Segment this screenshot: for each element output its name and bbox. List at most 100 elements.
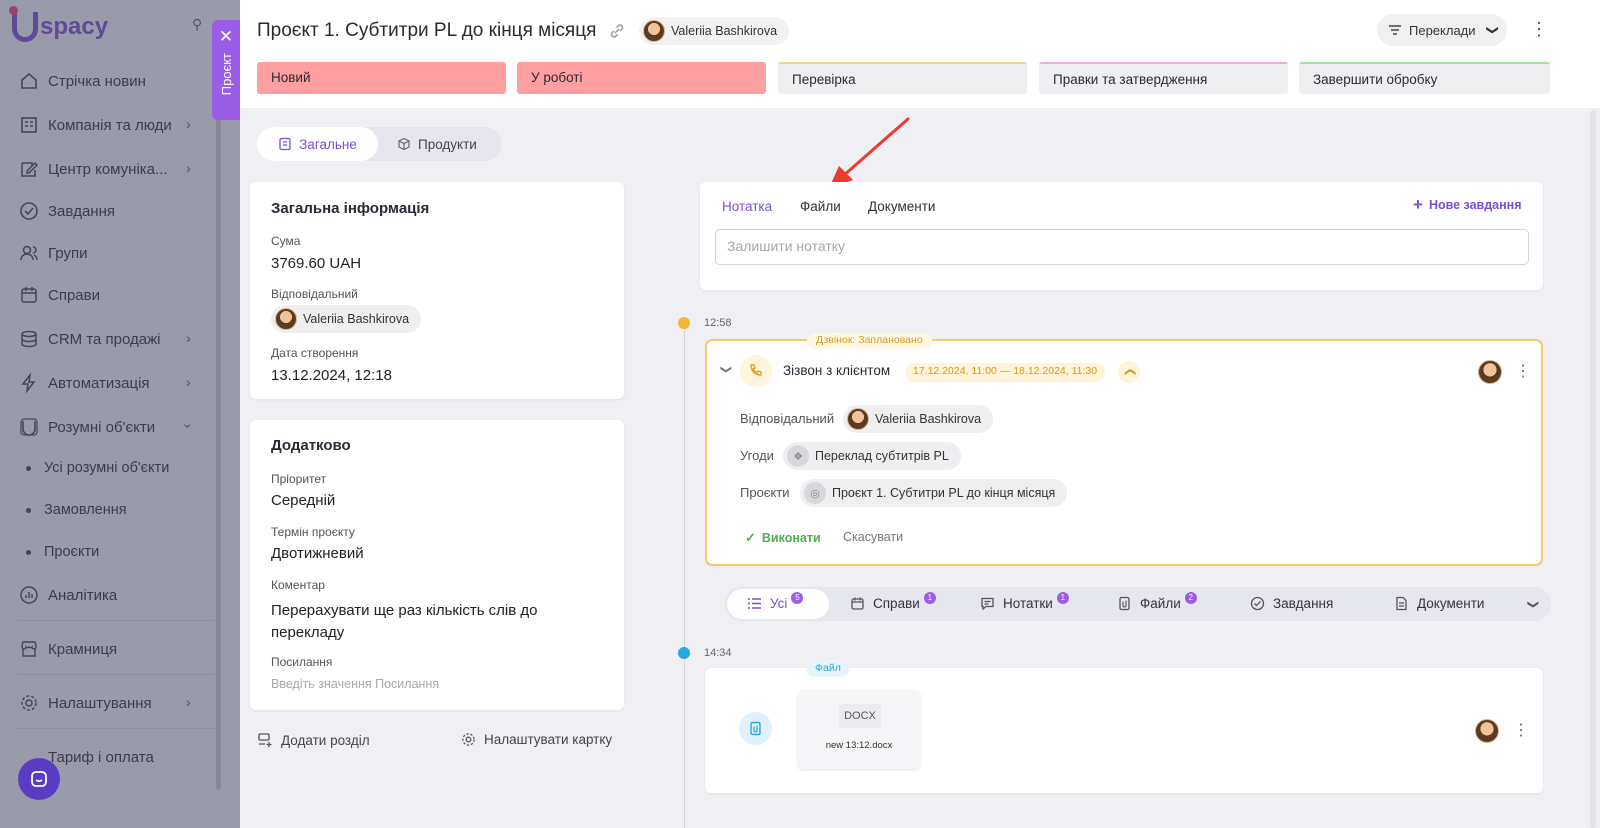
filter-icon [1389,25,1401,35]
nav-activities[interactable]: Справи [18,284,100,306]
home-icon [18,70,40,92]
project-chip[interactable]: ◎ Проєкт 1. Субтитри PL до кінця місяця [800,479,1068,507]
filter-activities[interactable]: Справи 1 [850,591,936,611]
list-icon [748,598,761,609]
nav-orders[interactable]: Замовлення [26,502,127,518]
general-info-card: Загальна інформація Сума 3769.60 UAH Від… [250,182,624,399]
stage-review[interactable]: Перевірка [778,62,1027,94]
nav-all-smart-objects[interactable]: Усі розумні об'єкти [26,460,169,476]
comment-icon [981,597,994,611]
activity-composer: Нотатка Файли Документи + Нове завдання … [700,182,1543,290]
nav-tasks[interactable]: Завдання [18,200,115,222]
more-vertical-icon[interactable]: ⋮ [1513,720,1529,740]
nav-projects[interactable]: Проєкти [26,544,99,560]
composer-tab-note[interactable]: Нотатка [722,199,772,214]
file-extension: DOCX [839,704,881,728]
stage-new[interactable]: Новий [257,62,506,94]
nav-crm[interactable]: CRM та продажі [18,328,160,350]
responsible-chip[interactable]: Valeriia Bashkirova [843,405,994,433]
gear-icon [18,692,40,714]
deal-icon: ❖ [787,445,809,467]
chat-launcher-button[interactable] [18,758,60,800]
close-icon[interactable]: ✕ [219,28,233,45]
sum-label: Сума [271,234,301,248]
chevron-down-icon[interactable]: ❯ [720,365,733,374]
stage-finish[interactable]: Завершити обробку [1299,62,1550,94]
new-task-button[interactable]: + Нове завдання [1413,196,1522,213]
filter-tasks[interactable]: Завдання [1250,596,1333,611]
database-icon [18,328,40,350]
date-range-badge: 17.12.2024, 11:00 — 18.12.2024, 11:30 [905,363,1106,382]
cancel-button[interactable]: Скасувати [843,530,903,544]
term-value[interactable]: Двотижневий [271,545,364,562]
logo[interactable]: spacy [9,6,108,42]
timeline-line [684,330,685,828]
divider [18,620,214,621]
filter-documents[interactable]: Документи [1394,596,1484,611]
comment-label: Коментар [271,578,325,592]
chevron-right-icon: › [186,160,191,176]
nav-smart-objects[interactable]: Розумні об'єкти [18,416,155,438]
file-attachment[interactable]: DOCX new 13:12.docx [798,690,920,769]
composer-tab-documents[interactable]: Документи [868,199,935,214]
tab-products[interactable]: Продукти [397,127,477,161]
chevron-up-icon[interactable]: ❯ [1118,361,1140,383]
configure-card-button[interactable]: Налаштувати картку [461,732,612,747]
comment-value[interactable]: Перерахувати ще раз кількість слів до пе… [271,600,571,644]
priority-value[interactable]: Середній [271,492,335,509]
section-title: Додатково [271,437,351,454]
deal-chip[interactable]: ❖ Переклад субтитрів PL [783,442,961,470]
stage-approval[interactable]: Правки та затвердження [1039,62,1288,94]
chevron-right-icon: › [186,116,191,132]
nav-communication[interactable]: Центр комуніка... [18,158,168,180]
nav-store[interactable]: Крамниця [18,638,117,660]
divider [18,728,214,729]
tab-general[interactable]: Загальне [257,127,378,161]
gear-icon [462,733,475,746]
avatar [643,20,665,42]
created-value: 13.12.2024, 12:18 [271,367,392,384]
view-tabs: Загальне Продукти [257,127,502,161]
additional-card: Додатково Пріоритет Середній Термін проє… [250,420,624,710]
pipeline-select[interactable]: Переклади ❯ [1377,14,1507,46]
more-vertical-icon[interactable]: ⋮ [1515,361,1531,381]
page-scrollbar[interactable] [1590,110,1596,828]
more-vertical-icon[interactable]: ⋮ [1530,20,1548,38]
file-icon [1119,596,1130,611]
nav-groups[interactable]: Групи [18,242,87,264]
responsible-label: Відповідальний [271,287,358,301]
divider [18,674,214,675]
nav-news[interactable]: Стрічка новин [18,70,146,92]
sum-value[interactable]: 3769.60 UAH [271,255,361,272]
link-icon[interactable] [608,22,626,40]
projects-label: Проєкти [740,485,790,500]
avatar[interactable] [1475,719,1499,743]
pin-icon[interactable]: ⚲ [192,16,202,33]
add-section-button[interactable]: Додати розділ [257,732,370,748]
owner-chip[interactable]: Valeriia Bashkirova [639,17,790,45]
note-input[interactable]: Залишити нотатку [715,229,1529,265]
timeline-dot [678,647,690,659]
responsible-chip[interactable]: Valeriia Bashkirova [271,305,422,333]
nav-analytics[interactable]: Аналітика [18,584,117,606]
check-circle-icon [1250,596,1265,611]
avatar [847,408,869,430]
avatar[interactable] [1478,360,1502,384]
stage-in-progress[interactable]: У роботі [517,62,766,94]
activity-title[interactable]: Зізвон з клієнтом [783,363,890,378]
created-label: Дата створення [271,346,359,360]
nav-company[interactable]: Компанія та люди [18,114,172,136]
sidebar-scrollbar[interactable] [216,30,221,790]
composer-tab-files[interactable]: Файли [800,199,841,214]
nav-settings[interactable]: Налаштування [18,692,152,714]
filter-notes[interactable]: Нотатки 1 [980,591,1069,611]
filter-all-label[interactable]: Усі 5 [747,591,804,611]
document-icon [1396,596,1407,611]
chevron-down-icon[interactable]: ❯ [1527,600,1540,609]
nav-automation[interactable]: Автоматизація [18,372,150,394]
link-input[interactable]: Введіть значення Посилання [271,677,439,691]
complete-button[interactable]: ✓ Виконати [745,530,821,546]
lightning-icon [18,372,40,394]
filter-files[interactable]: Файли 2 [1117,591,1197,611]
project-panel-tab[interactable]: ✕ Проєкт [212,20,240,120]
